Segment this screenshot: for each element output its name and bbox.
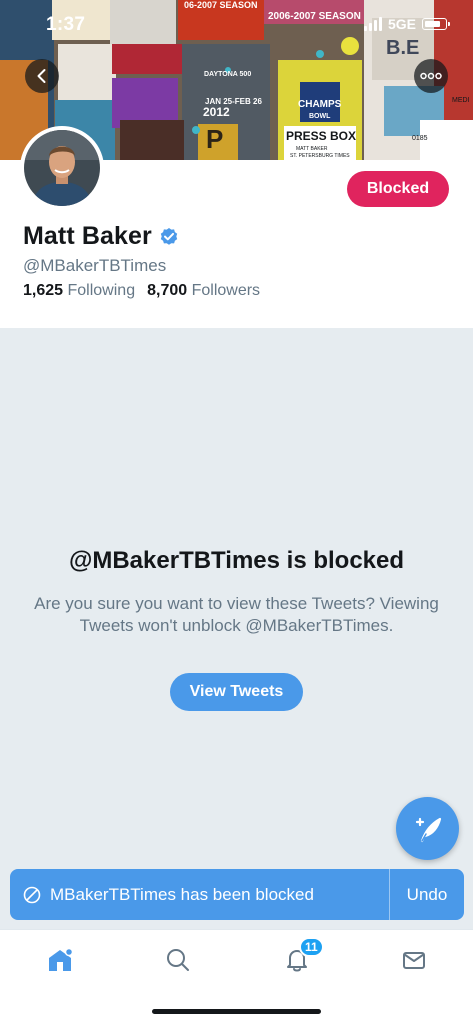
banner-sign-8: PRESS BOX xyxy=(286,129,356,143)
search-icon xyxy=(167,949,189,971)
blocked-notice-message: Are you sure you want to view these Twee… xyxy=(34,594,439,635)
status-time: 1:37 xyxy=(46,14,86,35)
banner-sign-10: ST. PETERSBURG TIMES xyxy=(290,153,350,159)
notification-count-badge: 11 xyxy=(299,937,324,957)
profile-avatar[interactable] xyxy=(20,126,104,210)
block-icon xyxy=(23,886,41,904)
banner-sign-9: MATT BAKER xyxy=(296,146,328,152)
followers-count: 8,700 xyxy=(147,282,188,299)
followers-label: Followers xyxy=(191,282,261,299)
banner-sign-7: BOWL xyxy=(309,113,331,120)
tab-messages[interactable] xyxy=(396,942,432,978)
signal-icon xyxy=(363,17,382,31)
following-count: 1,625 xyxy=(23,282,64,299)
toast-message: MBakerTBTimes has been blocked xyxy=(50,884,314,904)
battery-icon xyxy=(422,18,450,30)
profile-handle: @MBakerTBTimes xyxy=(23,256,167,275)
banner-sign-13: MEDI xyxy=(452,97,470,104)
blocked-toast: MBakerTBTimes has been blocked Undo xyxy=(10,869,464,920)
verified-badge-icon xyxy=(160,227,178,245)
banner-sign-5: 2012 xyxy=(203,105,230,119)
following-label: Following xyxy=(67,282,136,299)
blocked-button[interactable]: Blocked xyxy=(347,171,449,207)
network-type: 5GE xyxy=(387,16,416,32)
banner-sign-14: P xyxy=(206,124,223,154)
compose-feather-icon xyxy=(415,817,441,842)
status-indicators: 5GE xyxy=(363,16,450,32)
view-tweets-button[interactable]: View Tweets xyxy=(170,673,303,711)
home-icon xyxy=(49,947,74,971)
more-options-button[interactable] xyxy=(414,59,448,93)
tab-search[interactable] xyxy=(160,942,196,978)
following-link[interactable]: 1,625 Following xyxy=(23,282,135,300)
back-button[interactable] xyxy=(25,59,59,93)
envelope-icon xyxy=(403,952,425,969)
status-bar: 1:37 5GE xyxy=(0,0,473,50)
banner-sign-12: 0185 xyxy=(412,135,428,142)
undo-button[interactable]: Undo xyxy=(390,885,464,905)
compose-tweet-button[interactable] xyxy=(396,797,459,860)
blocked-notice-title: @MBakerTBTimes is blocked xyxy=(68,547,405,574)
profile-display-name: Matt Baker xyxy=(23,222,152,250)
profile-name-row: Matt Baker xyxy=(23,222,179,251)
home-indicator[interactable] xyxy=(152,1009,321,1014)
profile-stats: 1,625 Following 8,700 Followers xyxy=(23,282,260,300)
followers-link[interactable]: 8,700 Followers xyxy=(147,282,260,300)
more-dots-icon xyxy=(420,72,442,80)
banner-sign-3: DAYTONA 500 xyxy=(204,71,251,78)
tab-home[interactable] xyxy=(42,942,78,978)
banner-sign-6: CHAMPS xyxy=(298,99,342,110)
chevron-left-icon xyxy=(37,69,46,83)
avatar-photo xyxy=(24,130,100,206)
